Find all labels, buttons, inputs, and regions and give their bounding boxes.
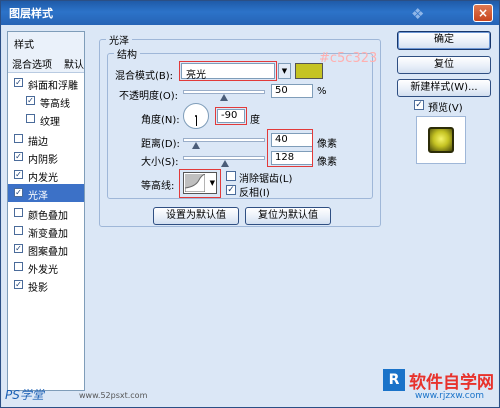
style-checkbox[interactable]: ✓ [14, 188, 23, 197]
contour-highlight [179, 169, 221, 198]
window-title: 图层样式 [9, 7, 53, 20]
angle-unit: 度 [250, 115, 260, 126]
angle-highlight [215, 107, 247, 125]
blending-options-item[interactable]: 混合选项 默认 [8, 52, 84, 73]
styles-header-label: 样式 [14, 40, 34, 51]
style-checkbox[interactable]: ✓ [26, 96, 35, 105]
close-button[interactable]: × [473, 4, 493, 22]
style-checkbox[interactable] [14, 262, 23, 271]
style-item[interactable]: ✓ 等高线 [8, 92, 84, 110]
style-item[interactable]: ✓ 图案叠加 [8, 240, 84, 258]
opacity-label: 不透明度(O): [119, 91, 179, 102]
style-item[interactable]: ✓ 光泽 [8, 184, 84, 202]
layer-style-dialog: 图层样式 ❖ × 样式 混合选项 默认 ✓ 斜面和浮雕 ✓ 等高线纹理描边 ✓ 内阴影 ✓ 内… [0, 0, 500, 408]
set-default-button[interactable]: 设置为默认值 [153, 207, 239, 225]
style-preview [416, 116, 466, 164]
brand-url-watermark: www.rjzxw.com [415, 391, 484, 401]
style-item[interactable]: 颜色叠加 [8, 204, 84, 222]
style-item[interactable]: ✓ 斜面和浮雕 [8, 74, 84, 92]
angle-label: 角度(N): [141, 115, 180, 126]
styles-list: 样式 混合选项 默认 ✓ 斜面和浮雕 ✓ 等高线纹理描边 ✓ 内阴影 ✓ 内发光 ✓ 光泽颜色叠加… [7, 31, 85, 391]
chevron-down-icon: ▼ [278, 64, 290, 78]
style-item-label: 内阴影 [28, 155, 58, 166]
structure-group-title: 结构 [114, 46, 140, 61]
style-item-label: 投影 [28, 283, 48, 294]
style-checkbox[interactable] [14, 208, 23, 217]
blending-options-label: 混合选项 [12, 60, 52, 71]
distance-size-highlight [267, 129, 313, 167]
distance-slider-thumb[interactable] [192, 142, 201, 149]
preview-check-icon: ✓ [415, 100, 423, 110]
angle-dial-needle [196, 116, 197, 126]
brand-watermark: 软件自学网 [409, 373, 494, 393]
style-checkbox[interactable] [14, 226, 23, 235]
reset-default-button[interactable]: 复位为默认值 [245, 207, 331, 225]
preview-thumbnail [428, 127, 454, 153]
style-item-label: 颜色叠加 [28, 211, 68, 222]
blend-mode-dropdown[interactable]: ▼ [278, 63, 291, 79]
blending-options-suffix: 默认 [64, 60, 84, 71]
blend-mode-highlight [179, 61, 277, 81]
ok-button[interactable]: 确定 [397, 31, 491, 50]
style-item-label: 光泽 [28, 191, 48, 202]
reset-button[interactable]: 复位 [397, 56, 491, 74]
antialias-label: 消除锯齿(L) [239, 174, 293, 185]
invert-checkbox[interactable]: ✓ [226, 185, 236, 195]
rjzxw-logo-icon: R [383, 369, 405, 391]
style-item-label: 图案叠加 [28, 247, 68, 258]
style-checkbox[interactable]: ✓ [14, 152, 23, 161]
angle-dial[interactable] [183, 103, 209, 129]
blend-mode-label: 混合模式(B): [115, 71, 174, 82]
ps-school-watermark: PS学堂 [5, 388, 44, 402]
windows-logo-icon: ❖ [411, 5, 425, 23]
opacity-slider-thumb[interactable] [220, 94, 228, 101]
style-item[interactable]: 外发光 [8, 258, 84, 276]
invert-label: 反相(I) [239, 188, 270, 199]
styles-header[interactable]: 样式 [8, 32, 84, 53]
size-unit: 像素 [317, 157, 337, 168]
invert-check-icon: ✓ [227, 185, 235, 195]
style-checkbox[interactable]: ✓ [14, 244, 23, 253]
style-item-label: 斜面和浮雕 [28, 81, 78, 92]
opacity-input[interactable]: 50 [271, 84, 313, 98]
style-item-label: 等高线 [40, 99, 70, 110]
style-checkbox[interactable] [26, 114, 35, 123]
antialias-checkbox[interactable] [226, 171, 236, 181]
size-slider-thumb[interactable] [220, 160, 229, 167]
size-label: 大小(S): [141, 157, 179, 168]
ps-school-url-watermark: www.52psxt.com [79, 391, 148, 400]
style-checkbox[interactable]: ✓ [14, 280, 23, 289]
style-item[interactable]: 纹理 [8, 110, 84, 128]
style-item-label: 描边 [28, 137, 48, 148]
style-item[interactable]: ✓ 投影 [8, 276, 84, 294]
color-annotation: #c5c323 [319, 51, 378, 66]
new-style-button[interactable]: 新建样式(W)... [397, 79, 491, 97]
contour-label: 等高线: [141, 181, 175, 192]
distance-label: 距离(D): [141, 139, 180, 150]
style-item[interactable]: ✓ 内发光 [8, 166, 84, 184]
preview-checkbox[interactable]: ✓ [414, 100, 424, 110]
style-item[interactable]: ✓ 内阴影 [8, 148, 84, 166]
style-item-label: 内发光 [28, 173, 58, 184]
style-item[interactable]: 渐变叠加 [8, 222, 84, 240]
style-checkbox[interactable]: ✓ [14, 78, 23, 87]
style-checkbox[interactable]: ✓ [14, 170, 23, 179]
satin-group-title: 光泽 [106, 32, 132, 47]
style-item-label: 纹理 [40, 117, 60, 128]
distance-unit: 像素 [317, 139, 337, 150]
style-item-label: 渐变叠加 [28, 229, 68, 240]
style-item-label: 外发光 [28, 265, 58, 276]
style-checkbox[interactable] [14, 134, 23, 143]
style-item[interactable]: 描边 [8, 130, 84, 148]
opacity-unit: % [317, 86, 327, 97]
title-bar[interactable]: 图层样式 ❖ × [1, 1, 499, 25]
preview-label: 预览(V) [428, 103, 463, 114]
